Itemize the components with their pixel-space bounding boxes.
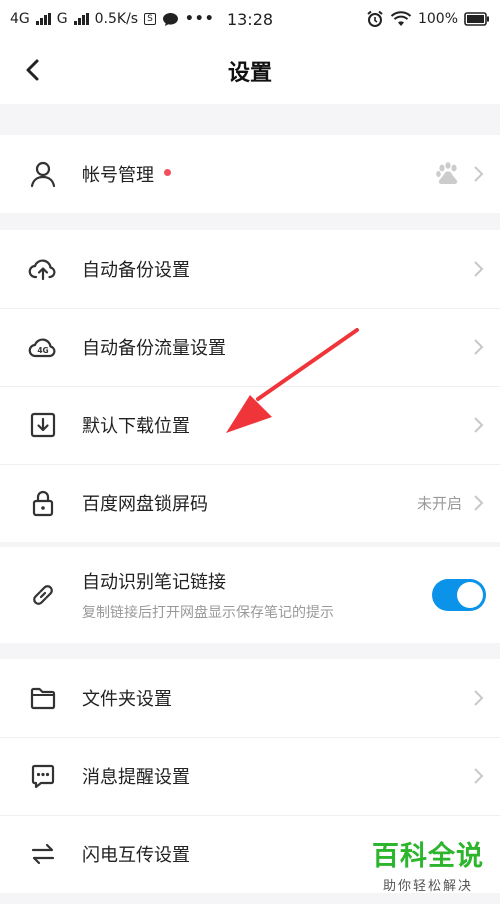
note-links-toggle[interactable] bbox=[432, 579, 486, 611]
alarm-icon bbox=[367, 10, 383, 27]
back-chevron-icon[interactable] bbox=[18, 54, 50, 86]
chevron-right-icon bbox=[474, 495, 484, 511]
setting-label: 消息提醒设置 bbox=[82, 767, 190, 788]
setting-reminders[interactable]: 消息提醒设置 bbox=[0, 737, 500, 815]
chevron-right-icon bbox=[474, 166, 484, 182]
setting-lock-code[interactable]: 百度网盘锁屏码 未开启 bbox=[0, 464, 500, 542]
chat-bubble-icon bbox=[162, 12, 178, 26]
status-right: 100% bbox=[366, 10, 490, 28]
setting-label: 闪电互传设置 bbox=[82, 845, 190, 866]
network-speed: 0.5K/s bbox=[94, 11, 139, 27]
transfer-icon bbox=[31, 843, 55, 865]
cloud-4g-icon: 4G bbox=[28, 338, 56, 358]
notification-dot bbox=[164, 168, 171, 176]
status-left: 4G G 0.5K/s S ••• bbox=[10, 11, 215, 27]
setting-folder[interactable]: 文件夹设置 bbox=[0, 659, 500, 737]
status-bar: 4G G 0.5K/s S ••• 13:28 100% bbox=[0, 0, 500, 38]
battery-icon bbox=[464, 12, 489, 26]
battery-percent: 100% bbox=[417, 11, 458, 27]
setting-auto-backup[interactable]: 自动备份设置 bbox=[0, 230, 500, 308]
nav-bar: 设置 bbox=[0, 38, 500, 104]
link-icon bbox=[33, 585, 53, 605]
setting-transfer[interactable]: 闪电互传设置 bbox=[0, 815, 500, 893]
setting-description: 复制链接后打开网盘显示保存笔记的提示 bbox=[82, 605, 334, 621]
user-icon bbox=[30, 161, 56, 188]
setting-label: 自动备份流量设置 bbox=[82, 338, 226, 359]
cloud-upload-icon bbox=[28, 259, 56, 281]
chevron-right-icon bbox=[474, 339, 484, 355]
chevron-right-icon bbox=[474, 690, 484, 706]
group-notes: 自动识别笔记链接 复制链接后打开网盘显示保存笔记的提示 bbox=[0, 547, 500, 643]
setting-label: 百度网盘锁屏码 bbox=[82, 494, 208, 515]
baidu-paw-icon bbox=[436, 162, 458, 184]
setting-note-links: 自动识别笔记链接 复制链接后打开网盘显示保存笔记的提示 bbox=[0, 547, 500, 643]
chevron-right-icon bbox=[474, 768, 484, 784]
setting-label: 帐号管理 bbox=[82, 165, 154, 186]
svg-text:4G: 4G bbox=[37, 346, 48, 355]
network-type-2: G bbox=[56, 11, 68, 27]
chevron-right-icon bbox=[474, 417, 484, 433]
lock-status-value: 未开启 bbox=[416, 494, 462, 513]
setting-download-location[interactable]: 默认下载位置 bbox=[0, 386, 500, 464]
chevron-right-icon bbox=[474, 261, 484, 277]
group-account: 帐号管理 bbox=[0, 135, 500, 213]
setting-label: 自动识别笔记链接 bbox=[82, 572, 226, 593]
group-storage: 自动备份设置 4G 自动备份流量设置 默认下载位置 百度网盘锁屏码 未开启 bbox=[0, 230, 500, 542]
signal-icon bbox=[35, 13, 51, 25]
folder-icon bbox=[30, 687, 56, 710]
network-type-1: 4G bbox=[10, 11, 30, 27]
setting-label: 自动备份设置 bbox=[82, 260, 190, 281]
s-app-icon: S bbox=[144, 13, 156, 25]
setting-texts: 自动识别笔记链接 复制链接后打开网盘显示保存笔记的提示 bbox=[82, 568, 334, 622]
group-other: 文件夹设置 消息提醒设置 闪电互传设置 bbox=[0, 659, 500, 893]
toggle-knob bbox=[457, 582, 483, 608]
page-title: 设置 bbox=[227, 61, 272, 86]
message-icon bbox=[31, 764, 55, 789]
setting-account[interactable]: 帐号管理 bbox=[0, 135, 500, 213]
download-icon bbox=[30, 412, 56, 438]
setting-backup-traffic[interactable]: 4G 自动备份流量设置 bbox=[0, 308, 500, 386]
setting-label: 文件夹设置 bbox=[82, 689, 172, 710]
wifi-icon bbox=[390, 11, 412, 26]
setting-label: 默认下载位置 bbox=[82, 416, 190, 437]
more-dots: ••• bbox=[184, 11, 215, 27]
signal-icon-2 bbox=[73, 13, 89, 25]
lock-icon bbox=[32, 490, 54, 517]
